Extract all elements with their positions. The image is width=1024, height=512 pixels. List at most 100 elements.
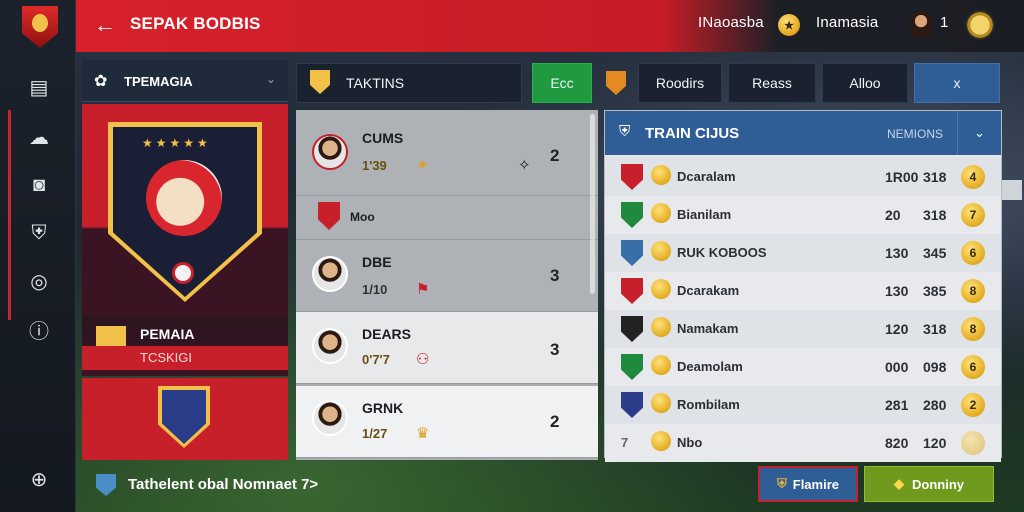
club-name: Deamolam <box>677 359 743 374</box>
players-icon: ⚇ <box>416 351 430 368</box>
menu-icon[interactable]: ▤ <box>24 72 54 102</box>
club-rank: 4 <box>961 165 985 189</box>
club-name: Nbo <box>677 435 703 450</box>
club-value-a: 130 <box>885 283 909 299</box>
team-crest-panel: ✿ TPEMAGIA ⌄ ★★★★★ PEMAIA TCSKIGI <box>82 60 288 460</box>
panel-chevron-icon[interactable]: ⌄ <box>266 72 276 86</box>
club-name: RUK KOBOOS <box>677 245 767 260</box>
header-label-2: Inamasia <box>816 14 879 31</box>
club-value-a: 120 <box>885 321 909 337</box>
footer-icon <box>96 474 116 496</box>
player-stat: 1/10 <box>362 282 388 297</box>
tab-button-2[interactable]: Reass <box>728 63 816 103</box>
club-rank <box>961 431 985 455</box>
tab-button-1[interactable]: Roodirs <box>638 63 722 103</box>
table-row[interactable]: Bianilam 20 318 7 <box>605 196 1001 234</box>
club-value-a: 20 <box>885 207 901 223</box>
player-value: 3 <box>550 340 560 359</box>
player-avatar <box>312 328 348 364</box>
list-item[interactable]: Moo <box>296 196 598 240</box>
table-row[interactable]: Deamolam 000 098 6 <box>605 348 1001 386</box>
club-rank: 8 <box>961 279 985 303</box>
table-scrollbar[interactable] <box>1002 180 1022 200</box>
club-value-a: 281 <box>885 397 909 413</box>
club-value-b: 280 <box>923 397 947 413</box>
crest-knight-icon <box>146 160 222 236</box>
table-row[interactable]: Namakam 120 318 8 <box>605 310 1001 348</box>
target-icon[interactable]: ◎ <box>24 266 54 296</box>
sidebar: ▤ ☁ ◙ ⛨ ◎ ⓘ ⊕ <box>0 0 76 512</box>
club-logo[interactable] <box>22 6 58 48</box>
player-avatar-icon[interactable] <box>910 12 932 38</box>
footer-btn-icon: ⛨ <box>776 476 787 491</box>
tab-button-3[interactable]: Alloo <box>822 63 908 103</box>
shield-icon[interactable]: ⛨ <box>24 218 54 248</box>
table-row[interactable]: 7 Nbo 820 120 <box>605 424 1001 462</box>
club-rank: 6 <box>961 241 985 265</box>
player-stat: 0'7'7 <box>362 352 390 367</box>
club-shield-icon <box>621 240 643 266</box>
player-value: 2 <box>550 412 560 431</box>
camera-icon[interactable]: ◙ <box>24 170 54 200</box>
list-item[interactable]: DBE 1/10 ⚑ 3 <box>296 240 598 312</box>
crest-stars-icon: ★★★★★ <box>142 136 211 150</box>
info-icon[interactable]: ⓘ <box>24 314 54 344</box>
list-item[interactable]: DEARS 0'7'7 ⚇ 3 <box>296 312 598 384</box>
footer-green-icon: ◆ <box>894 476 904 491</box>
table-row[interactable]: Dcarakam 130 385 8 <box>605 272 1001 310</box>
player-avatar <box>312 256 348 292</box>
club-rank: 2 <box>961 393 985 417</box>
team-badge-button[interactable] <box>600 63 632 103</box>
club-name: Rombilam <box>677 397 740 412</box>
club-name: Bianilam <box>677 207 732 222</box>
table-row[interactable]: RUK KOBOOS 130 345 6 <box>605 234 1001 272</box>
crest-header-icon: ✿ <box>94 73 108 90</box>
table-title: TRAIN CIJUS <box>645 125 740 142</box>
green-action-button[interactable]: Ecc <box>532 63 592 103</box>
green-footer-button[interactable]: ◆ Donniny <box>864 466 994 502</box>
download-icon[interactable]: ⊕ <box>24 464 54 494</box>
table-header-right: NEMIONS <box>887 127 944 141</box>
club-name: Namakam <box>677 321 739 336</box>
player-value: 3 <box>550 266 560 285</box>
close-button[interactable]: x <box>914 63 1000 103</box>
team-badge-icon <box>606 71 626 95</box>
table-dropdown-icon[interactable]: ⌄ <box>957 111 1001 155</box>
list-item[interactable]: CUMS 1'39 ✦ ✧ 2 <box>296 110 598 196</box>
club-coin-icon <box>651 393 671 413</box>
list-scrollbar[interactable] <box>590 114 595 294</box>
player-avatar <box>312 400 348 436</box>
sidebar-accent <box>8 110 11 320</box>
list-item[interactable]: GRNK 1/27 ♛ 2 <box>296 386 598 458</box>
social-icon[interactable]: ☁ <box>24 122 54 152</box>
blue-footer-label: Flamire <box>792 476 839 492</box>
club-value-a: 130 <box>885 245 909 261</box>
player-name: Moo <box>350 210 375 224</box>
club-coin-icon <box>651 431 671 451</box>
club-coin-icon <box>651 165 671 185</box>
trophy-icon: ♛ <box>416 425 430 442</box>
club-coin-icon <box>651 241 671 261</box>
club-shield-icon <box>621 202 643 228</box>
profile-avatar[interactable] <box>965 10 995 40</box>
blue-footer-button[interactable]: ⛨ Flamire <box>758 466 858 502</box>
club-name: Dcarakam <box>677 283 740 298</box>
table-row[interactable]: Dcaralam 1R00 318 4 <box>605 158 1001 196</box>
tactics-label: TAKTINS <box>346 75 405 91</box>
player-name: DBE <box>362 254 392 270</box>
club-shield-icon <box>318 202 340 230</box>
team-subtitle: TCSKIGI <box>140 350 193 365</box>
table-row[interactable]: Rombilam 281 280 2 <box>605 386 1001 424</box>
club-shield-icon <box>621 278 643 304</box>
coin-icon[interactable]: ★ <box>778 14 800 36</box>
player-count: 1 <box>940 14 949 31</box>
club-coin-icon <box>651 355 671 375</box>
logo-emblem-icon <box>32 14 48 32</box>
club-value-b: 318 <box>923 207 947 223</box>
club-rank: 6 <box>961 355 985 379</box>
back-button[interactable]: ← <box>92 12 118 38</box>
player-name: DEARS <box>362 326 412 342</box>
club-shield-icon <box>621 354 643 380</box>
player-name: CUMS <box>362 130 404 146</box>
footer-text: Tathelent obal Nomnaet 7> <box>128 476 319 493</box>
